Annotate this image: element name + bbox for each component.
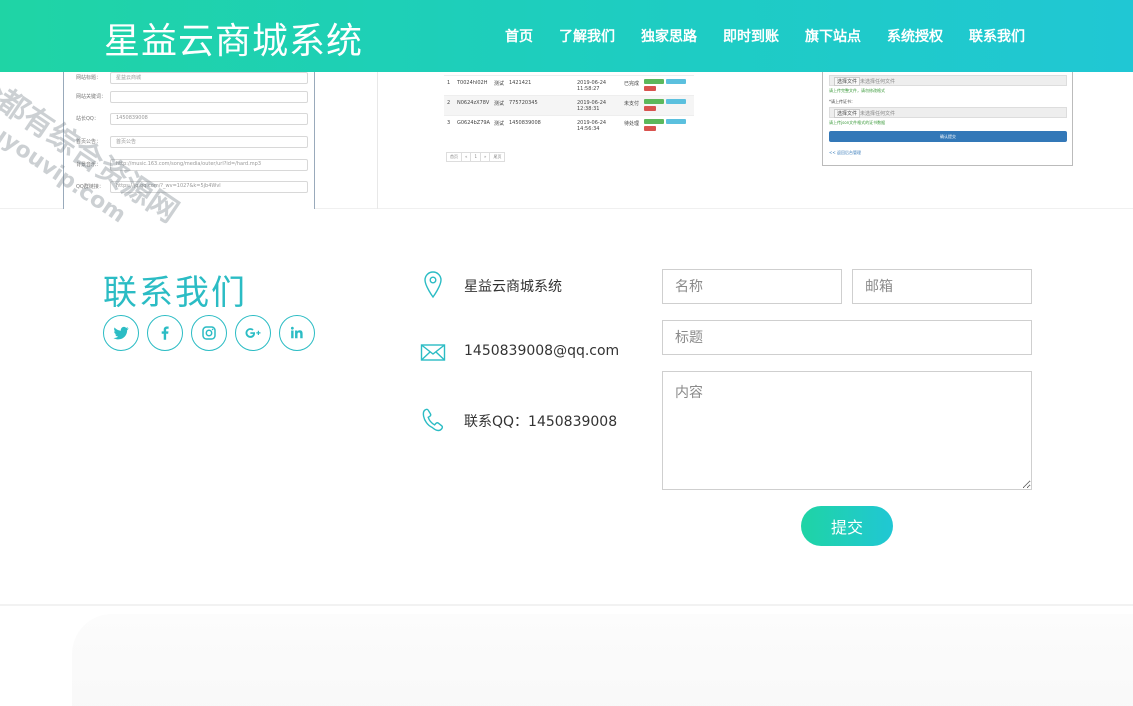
divider [377, 72, 378, 209]
footer-decoration [72, 614, 1133, 706]
main-nav: 首页 了解我们 独家思路 即时到账 旗下站点 系统授权 联系我们 [492, 0, 1038, 72]
nav-item-home[interactable]: 首页 [505, 26, 533, 46]
file-input: 选择文件 未选择任何文件 [829, 107, 1067, 118]
facebook-icon[interactable] [147, 315, 183, 351]
nav-item-contact[interactable]: 联系我们 [969, 26, 1025, 46]
subject-field[interactable] [662, 320, 1032, 355]
nav-item-about[interactable]: 了解我们 [559, 26, 615, 46]
content-field[interactable] [662, 371, 1032, 490]
phone-icon [420, 405, 446, 435]
product-screenshots: 网站标题： 星益云商城 网站关键词： 站长QQ： 1450839008 首页公告… [0, 72, 1133, 209]
email-text: 1450839008@qq.com [464, 343, 620, 359]
submit-button[interactable]: 提交 [801, 506, 893, 546]
nav-item-ideas[interactable]: 独家思路 [641, 26, 697, 46]
contact-title: 联系我们 [103, 273, 247, 313]
social-links [103, 315, 323, 351]
settings-row: 首页公告： 首页公告 [64, 136, 314, 150]
table-row: 2 N0624zX78V 测试 775720345 2019-06-24 12:… [444, 95, 694, 115]
settings-row: 站长QQ： 1450839008 [64, 113, 314, 127]
settings-row: 网站标题： 星益云商城 [64, 72, 314, 86]
file-input: 选择文件 未选择任何文件 [829, 75, 1067, 86]
site-header: 星益云商城系统 首页 了解我们 独家思路 即时到账 旗下站点 系统授权 联系我们 [0, 0, 1133, 72]
linkedin-icon[interactable] [279, 315, 315, 351]
settings-form-screenshot: 网站标题： 星益云商城 网站关键词： 站长QQ： 1450839008 首页公告… [63, 72, 315, 209]
google-plus-icon[interactable] [235, 315, 271, 351]
qq-text: 联系QQ：1450839008 [464, 414, 618, 430]
nav-item-instant-pay[interactable]: 即时到账 [723, 26, 779, 46]
nav-item-license[interactable]: 系统授权 [887, 26, 943, 46]
pagination: 首页 « 1 » 尾页 [446, 152, 506, 162]
orders-table-screenshot: 1 T0024hl02H 测试 1421421 2019-06-24 11:58… [444, 75, 694, 135]
brand-logo-text[interactable]: 星益云商城系统 [104, 12, 363, 64]
instagram-icon[interactable] [191, 315, 227, 351]
back-link: << 返回后台管理 [829, 150, 861, 155]
twitter-icon[interactable] [103, 315, 139, 351]
upload-form-screenshot: 选择文件 未选择任何文件 请上传完整文件，请勿修改格式 *请上传证书： 选择文件… [822, 72, 1073, 166]
location-pin-icon [420, 270, 446, 300]
settings-row: 网站关键词： [64, 91, 314, 105]
table-row: 3 G0624bZ79A 测试 1450839008 2019-06-24 14… [444, 115, 694, 135]
envelope-icon [420, 337, 446, 367]
email-field[interactable] [852, 269, 1032, 304]
settings-row: 背景音乐： http://music.163.com/song/media/ou… [64, 159, 314, 173]
upload-submit-button: 确认提交 [829, 131, 1067, 142]
nav-item-sites[interactable]: 旗下站点 [805, 26, 861, 46]
table-row: 1 T0024hl02H 测试 1421421 2019-06-24 11:58… [444, 75, 694, 95]
settings-row: QQ群链接： https://jq.qq.com/?_wv=1027&k=5jb… [64, 181, 314, 195]
address-text: 星益云商城系统 [464, 279, 562, 295]
name-field[interactable] [662, 269, 842, 304]
